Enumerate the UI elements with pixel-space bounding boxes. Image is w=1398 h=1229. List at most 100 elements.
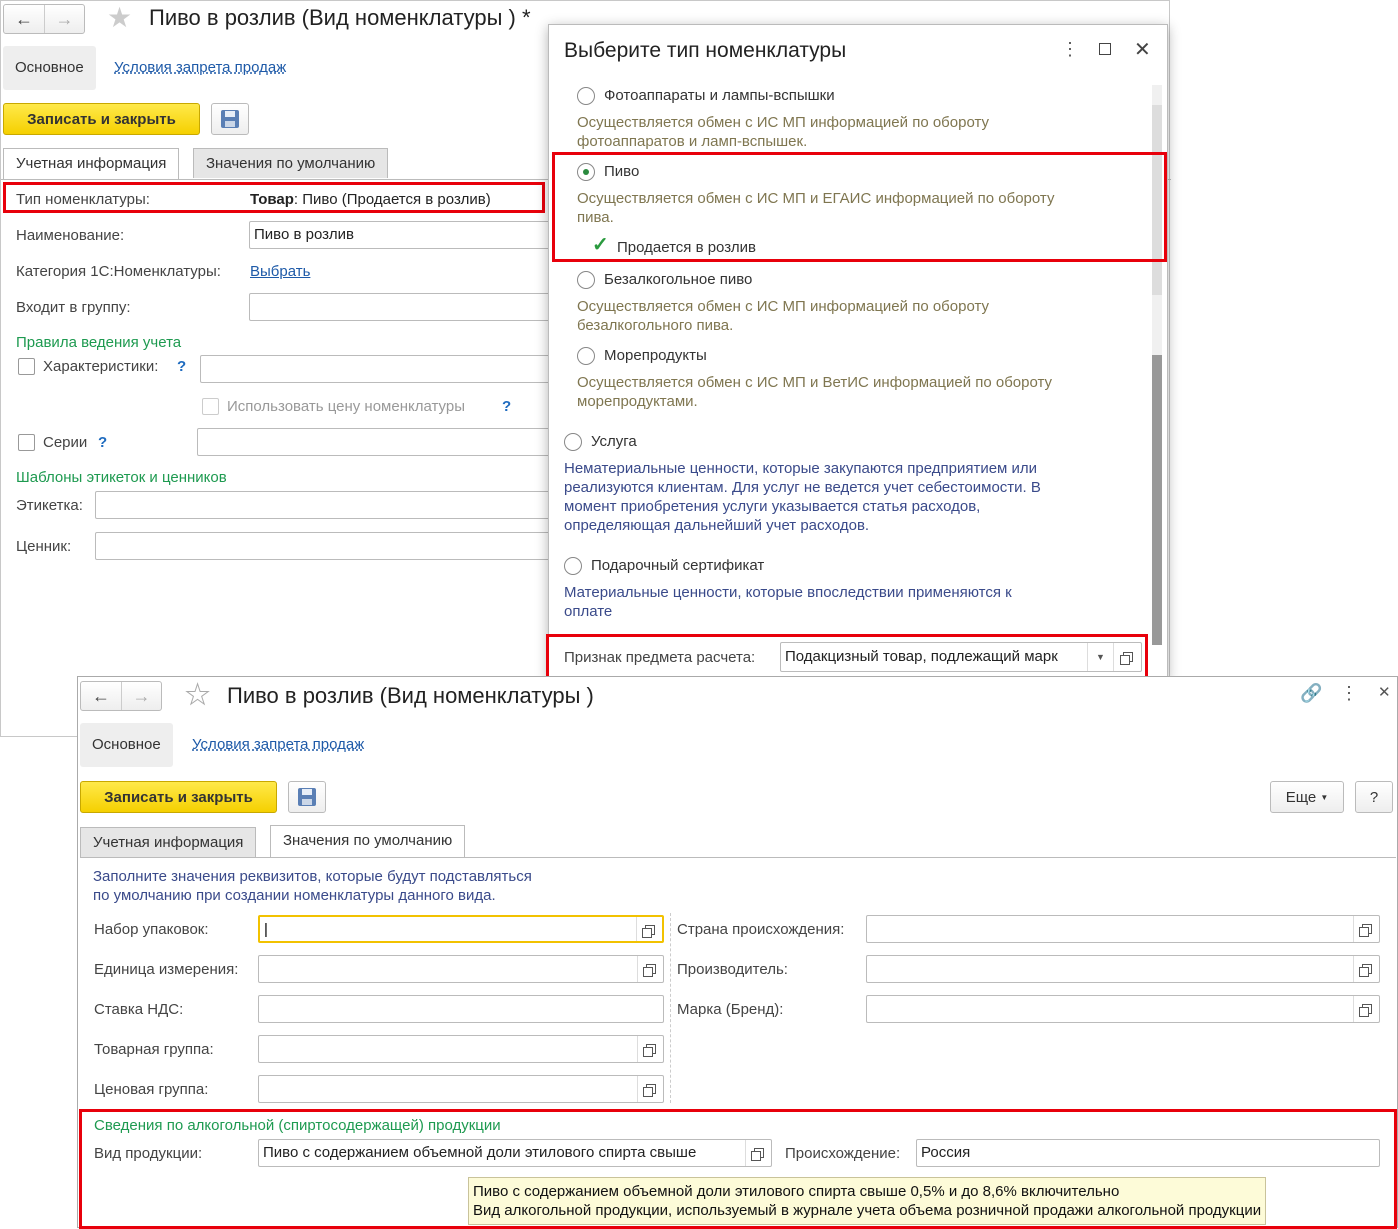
dropdown-icon[interactable]: ▼ <box>1087 643 1113 671</box>
tab-accounting[interactable]: Учетная информация <box>3 148 180 180</box>
sales-ban-link[interactable]: Условия запрета продаж <box>114 59 286 76</box>
characteristics-input[interactable] <box>200 355 570 383</box>
front-window: ← → ★ Пиво в розлив (Вид номенклатуры ) 🔗… <box>77 676 1398 1229</box>
nav-main[interactable]: Основное <box>3 46 96 90</box>
use-price-label: Использовать цену номенклатуры <box>227 398 465 415</box>
characteristics-label: Характеристики: <box>43 358 159 375</box>
open-icon[interactable] <box>1353 916 1379 942</box>
series-input[interactable] <box>197 428 567 456</box>
name-label: Наименование: <box>16 227 125 244</box>
save-button[interactable] <box>288 781 326 813</box>
field-label: Товарная группа: <box>94 1041 214 1058</box>
sales-ban-link[interactable]: Условия запрета продаж <box>192 736 364 753</box>
nav-main[interactable]: Основное <box>80 723 173 767</box>
type-label: Тип номенклатуры: <box>16 191 150 208</box>
field-input[interactable] <box>258 1075 664 1103</box>
open-icon[interactable] <box>637 1036 663 1062</box>
name-input[interactable]: Пиво в розлив <box>249 221 569 249</box>
series-checkbox[interactable] <box>18 434 35 451</box>
more-button[interactable]: Еще ▼ <box>1270 781 1344 813</box>
option-description: Материальные ценности, которые впоследст… <box>564 584 1012 620</box>
origin-input[interactable]: Россия <box>916 1139 1380 1167</box>
sold-on-tap-checkbox[interactable]: ✓ <box>592 235 609 255</box>
option-label: Пиво <box>604 163 640 180</box>
close-icon[interactable]: ✕ <box>1134 37 1151 62</box>
field-input[interactable] <box>866 955 1380 983</box>
radio-option[interactable] <box>577 87 595 105</box>
group-input[interactable] <box>249 293 569 321</box>
origin-label: Происхождение: <box>785 1145 901 1162</box>
tab-defaults[interactable]: Значения по умолчанию <box>270 825 466 857</box>
open-icon[interactable] <box>637 1076 663 1102</box>
option-label: Безалкогольное пиво <box>604 271 753 288</box>
characteristics-checkbox[interactable] <box>18 358 35 375</box>
help-icon[interactable]: ? <box>502 398 511 415</box>
open-icon[interactable] <box>636 917 662 941</box>
close-icon[interactable]: ✕ <box>1378 683 1391 701</box>
forward-arrow-icon[interactable]: → <box>121 682 161 710</box>
radio-option[interactable] <box>577 271 595 289</box>
nav-buttons: ← → <box>80 681 162 711</box>
floppy-icon <box>221 110 239 128</box>
favorite-star-icon[interactable]: ★ <box>184 678 210 711</box>
help-icon[interactable]: ? <box>98 434 107 451</box>
payment-select[interactable]: Подакцизный товар, подлежащий марк ▼ <box>780 642 1142 672</box>
field-input[interactable] <box>866 995 1380 1023</box>
radio-option[interactable] <box>564 433 582 451</box>
help-button[interactable]: ? <box>1355 781 1393 813</box>
floppy-icon <box>298 788 316 806</box>
field-label: Ценовая группа: <box>94 1081 209 1098</box>
link-icon[interactable]: 🔗 <box>1300 683 1322 704</box>
field-label: Набор упаковок: <box>94 921 209 938</box>
save-close-button[interactable]: Записать и закрыть <box>3 103 200 135</box>
forward-arrow-icon[interactable]: → <box>44 5 84 33</box>
option-description: Осуществляется обмен с ИС МП и ЕГАИС инф… <box>577 190 1055 226</box>
price-tag-input[interactable] <box>95 532 565 560</box>
help-icon[interactable]: ? <box>177 358 186 375</box>
tab-defaults[interactable]: Значения по умолчанию <box>193 148 389 178</box>
open-icon[interactable] <box>745 1140 771 1166</box>
back-arrow-icon[interactable]: ← <box>4 5 44 33</box>
radio-option[interactable] <box>564 557 582 575</box>
label-template-input[interactable] <box>95 491 565 519</box>
field-input[interactable] <box>258 1035 664 1063</box>
category-select-link[interactable]: Выбрать <box>250 263 310 280</box>
product-kind-input[interactable]: Пиво с содержанием объемной доли этилово… <box>258 1139 772 1167</box>
type-value: Товар: Пиво (Продается в розлив) <box>250 191 491 208</box>
option-description: Осуществляется обмен с ИС МП информацией… <box>577 298 989 334</box>
save-close-button[interactable]: Записать и закрыть <box>80 781 277 813</box>
payment-label: Признак предмета расчета: <box>564 649 756 666</box>
field-input[interactable] <box>258 995 664 1023</box>
sold-on-tap-label: Продается в розлив <box>617 239 757 256</box>
option-description: Нематериальные ценности, которые закупаю… <box>564 460 1041 534</box>
open-icon[interactable] <box>1113 643 1141 671</box>
back-arrow-icon[interactable]: ← <box>81 682 121 710</box>
radio-option[interactable] <box>577 163 595 181</box>
field-label: Страна происхождения: <box>677 921 845 938</box>
use-price-checkbox[interactable] <box>202 398 219 415</box>
field-label: Ставка НДС: <box>94 1001 184 1018</box>
field-input[interactable] <box>258 955 664 983</box>
field-label: Производитель: <box>677 961 788 978</box>
series-label: Серии <box>43 434 88 451</box>
tab-accounting[interactable]: Учетная информация <box>80 827 257 857</box>
more-icon[interactable]: ⋮ <box>1340 683 1358 704</box>
open-icon[interactable] <box>1353 996 1379 1022</box>
option-label: Услуга <box>591 433 637 450</box>
field-label: Марка (Бренд): <box>677 1001 784 1018</box>
save-button[interactable] <box>211 103 249 135</box>
radio-option[interactable] <box>577 347 595 365</box>
field-input[interactable] <box>866 915 1380 943</box>
open-icon[interactable] <box>637 956 663 982</box>
open-icon[interactable] <box>1353 956 1379 982</box>
scrollbar[interactable] <box>1152 85 1162 645</box>
more-icon[interactable]: ⋮ <box>1061 39 1079 60</box>
maximize-icon[interactable] <box>1099 43 1111 55</box>
option-description: Осуществляется обмен с ИС МП и ВетИС инф… <box>577 374 1053 410</box>
field-input[interactable]: | <box>258 915 664 943</box>
product-kind-label: Вид продукции: <box>94 1145 203 1162</box>
select-type-dialog: Выберите тип номенклатуры ⋮ ✕ Фотоаппара… <box>546 24 1168 680</box>
product-kind-tooltip: Пиво с содержанием объемной доли этилово… <box>468 1177 1267 1225</box>
favorite-star-icon[interactable]: ★ <box>107 1 132 34</box>
option-label: Морепродукты <box>604 347 707 364</box>
